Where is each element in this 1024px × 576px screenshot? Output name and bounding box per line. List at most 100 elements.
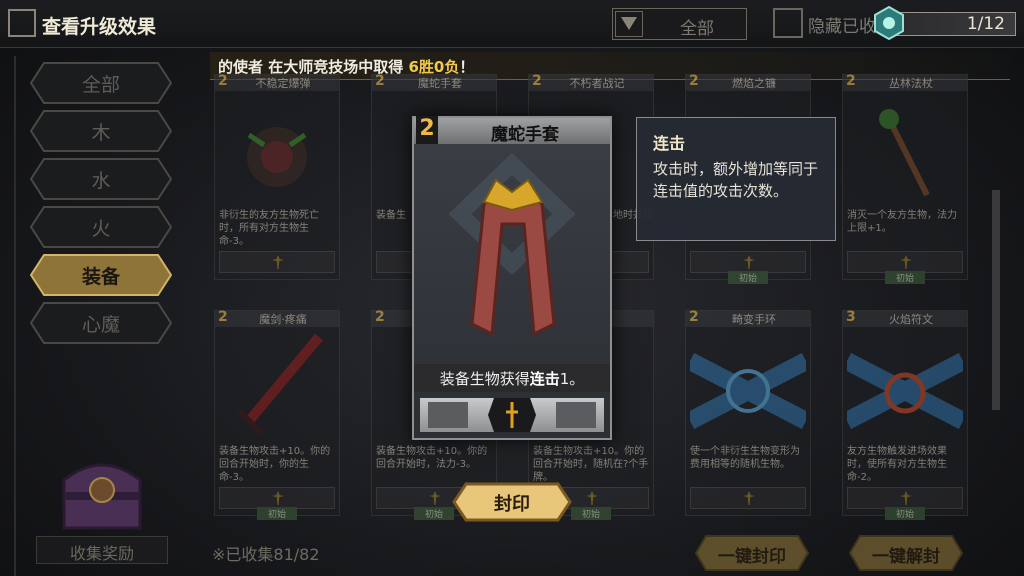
card-cost: 2	[218, 73, 228, 89]
card-desc: 使一个非衍生生物变形为费用相等的随机生物。	[690, 446, 800, 470]
seal-button[interactable]: 封印	[452, 482, 572, 522]
card-name: 燃焰之镰	[732, 77, 776, 90]
unseal-all-button[interactable]: 一键解封	[848, 534, 964, 572]
sword-icon	[429, 491, 441, 505]
card-header: 2 魔蛇手套	[372, 73, 496, 91]
card-desc: 友方生物触发进场效果时，使所有对方生物生命-2。	[847, 446, 947, 483]
card-header: 2 不朽者战记	[529, 73, 653, 91]
card-header: 3 火焰符文	[843, 309, 967, 327]
gauntlet-art-icon	[448, 152, 576, 337]
sword-icon	[900, 255, 912, 269]
card-name: 魔剑·疼痛	[259, 313, 307, 326]
card-name: 不稳定爆弹	[255, 77, 311, 90]
sword-icon	[272, 255, 284, 269]
sword-icon	[743, 491, 755, 505]
keyword-tooltip: 连击 攻击时，额外增加等同于连击值的攻击次数。	[636, 117, 836, 241]
rune-art-icon	[847, 353, 963, 429]
tooltip-title: 连击	[653, 134, 686, 153]
seal-all-button[interactable]: 一键封印	[694, 534, 810, 572]
category-equipment[interactable]: 装备	[30, 254, 172, 296]
card-header: 2 丛林法杖	[843, 73, 967, 91]
card-item[interactable]: 3 火焰符文 友方生物触发进场效果时，使所有对方生物生命-2。 初始	[842, 309, 968, 520]
category-water[interactable]: 水	[30, 158, 172, 200]
gem-counter-text: 1/12	[966, 14, 1005, 34]
card-item[interactable]: 2 不稳定爆弹 非衍生的友方生物死亡时，所有对方生物生命-3。	[214, 73, 340, 280]
desc-keyword[interactable]: 连击	[530, 370, 560, 388]
category-wood[interactable]: 木	[30, 110, 172, 152]
category-demon[interactable]: 心魔	[30, 302, 172, 344]
card-cost: 3	[846, 309, 856, 325]
filter-value: 全部	[680, 19, 714, 39]
card-item[interactable]: 2 魔剑·疼痛 装备生物攻击+10。你的回合开始时，你的生命-3。 初始	[214, 309, 340, 520]
card-name: 魔蛇手套	[418, 77, 462, 90]
sword-icon	[743, 255, 755, 269]
featured-card-cost: 2	[416, 116, 438, 144]
card-name: 不朽者战记	[569, 77, 625, 90]
helmet-icon	[556, 402, 596, 428]
card-tag: 初始	[257, 507, 297, 520]
collected-count: ※已收集81/82	[212, 545, 320, 564]
card-item[interactable]: 2 畸变手环 使一个非衍生生物变形为费用相等的随机生物。	[685, 309, 811, 516]
category-label: 木	[91, 122, 111, 144]
card-header: 2 燃焰之镰	[686, 73, 810, 91]
upgrade-effect-checkbox[interactable]	[8, 9, 36, 37]
card-desc: 装备生物攻击+10。你的回合开始时，法力-3。	[376, 446, 488, 470]
reward-chest-icon[interactable]	[52, 440, 152, 540]
category-all[interactable]: 全部	[30, 62, 172, 104]
featured-card-status-bar	[420, 398, 604, 432]
card-header: 2 畸变手环	[686, 309, 810, 327]
category-label: 全部	[81, 74, 120, 96]
category-fire[interactable]: 火	[30, 206, 172, 248]
hide-collected-label[interactable]: 隐藏已收	[808, 12, 876, 37]
card-tag: 初始	[885, 507, 925, 520]
filter-dropdown[interactable]: 全部	[612, 8, 747, 40]
category-label: 心魔	[81, 314, 120, 336]
card-cost: 2	[532, 73, 542, 89]
seal-button-label: 封印	[494, 494, 530, 515]
card-header: 2 不稳定爆弹	[215, 73, 339, 91]
card-desc: 装备生物攻击+10。你的回合开始时，随机在?个手牌。	[533, 446, 649, 483]
card-status-bar	[690, 487, 806, 509]
featured-card: 2 魔蛇手套 装备生物获得连击1。	[412, 116, 612, 440]
card-cost: 2	[689, 73, 699, 89]
bracelet-art-icon	[690, 353, 806, 429]
helmet-icon	[428, 402, 468, 428]
category-label: 装备	[81, 266, 120, 288]
unseal-all-label: 一键解封	[872, 547, 940, 567]
featured-card-desc: 装备生物获得连击1。	[414, 364, 610, 392]
collection-reward-button[interactable]: 收集奖励	[36, 536, 168, 564]
sword-art-icon	[236, 333, 323, 436]
card-cost: 2	[218, 309, 228, 325]
card-tag: 初始	[571, 507, 611, 520]
upgrade-effect-label[interactable]: 查看升级效果	[42, 12, 156, 39]
card-name: 火焰符文	[889, 313, 933, 326]
card-name: 丛林法杖	[889, 77, 933, 90]
featured-card-name: 魔蛇手套	[491, 125, 559, 145]
card-tag: 初始	[728, 271, 768, 284]
sword-icon	[900, 491, 912, 505]
card-cost: 2	[375, 309, 385, 325]
card-item[interactable]: 2 丛林法杖 消灭一个友方生物，法力上限+1。 初始	[842, 73, 968, 284]
gem-icon	[874, 5, 904, 41]
card-header: 2 魔剑·疼痛	[215, 309, 339, 327]
card-desc: 非衍生的友方生物死亡时，所有对方生物生命-3。	[219, 210, 319, 247]
grid-scrollbar[interactable]	[992, 190, 1000, 410]
card-status-bar	[219, 251, 335, 273]
card-desc: 装备生物攻击+10。你的回合开始时，你的生命-3。	[219, 446, 331, 483]
top-bar: 查看升级效果 全部 隐藏已收 1/12	[0, 0, 1024, 48]
card-status-bar	[690, 251, 806, 273]
sidebar-divider	[14, 56, 16, 576]
sword-icon	[488, 398, 536, 432]
category-label: 水	[91, 170, 111, 192]
card-cost: 2	[689, 309, 699, 325]
sword-icon	[586, 491, 598, 505]
dropdown-arrow-icon[interactable]	[615, 11, 643, 37]
desc-prefix: 装备生物获得	[439, 370, 530, 388]
card-tag: 初始	[414, 507, 454, 520]
card-desc: 消灭一个友方生物，法力上限+1。	[847, 210, 957, 234]
tooltip-body: 攻击时，额外增加等同于连击值的攻击次数。	[653, 160, 819, 200]
card-name: 畸变手环	[732, 313, 776, 326]
hide-collected-checkbox[interactable]	[773, 8, 803, 38]
bomb-art-icon	[247, 127, 307, 187]
card-cost: 2	[375, 73, 385, 89]
